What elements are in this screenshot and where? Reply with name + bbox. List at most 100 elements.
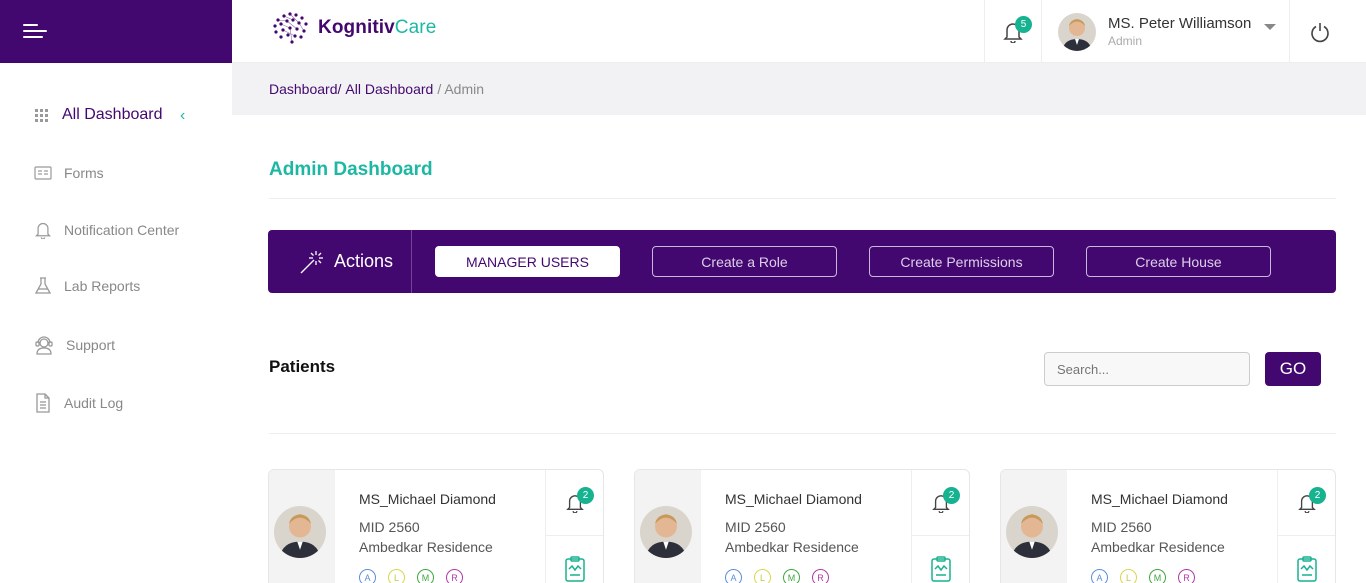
tag-r[interactable]: R — [1178, 569, 1195, 583]
flask-icon — [34, 277, 52, 294]
create-permissions-button[interactable]: Create Permissions — [869, 246, 1054, 277]
patient-name: MS_Michael Diamond — [725, 491, 862, 507]
tag-r[interactable]: R — [812, 569, 829, 583]
go-button[interactable]: GO — [1265, 352, 1321, 386]
sidebar-item-all-dashboard[interactable]: All Dashboard — [34, 106, 163, 124]
manager-users-button[interactable]: MANAGER USERS — [435, 246, 620, 277]
tag-r[interactable]: R — [446, 569, 463, 583]
actions-bar: Actions MANAGER USERS Create a Role Crea… — [268, 230, 1336, 293]
sidebar-item-label: Audit Log — [64, 395, 124, 411]
breadcrumb: Dashboard/ All Dashboard / Admin — [232, 63, 1366, 115]
power-icon — [1310, 22, 1329, 42]
patient-tags: A L M R — [359, 569, 463, 583]
tag-m[interactable]: M — [1149, 569, 1166, 583]
logout-button[interactable] — [1289, 0, 1349, 63]
divider — [269, 198, 1336, 199]
sidebar-item-label: All Dashboard — [62, 106, 163, 123]
tag-m[interactable]: M — [417, 569, 434, 583]
caret-down-icon[interactable] — [1264, 24, 1276, 30]
menu-toggle-icon[interactable] — [23, 22, 49, 40]
grid-icon — [35, 109, 48, 122]
card-notification-button[interactable]: 2 — [912, 470, 969, 536]
card-notification-button[interactable]: 2 — [546, 470, 603, 536]
patients-heading: Patients — [269, 357, 336, 376]
patient-mid: MID 2560 — [725, 519, 786, 535]
card-actions: 2 — [545, 470, 603, 583]
card-report-button[interactable] — [546, 536, 603, 583]
breadcrumb-dashboard-link[interactable]: Dashboard/ — [269, 81, 341, 97]
patient-card[interactable]: MS_Michael Diamond MID 2560 Ambedkar Res… — [1000, 469, 1336, 583]
create-role-button[interactable]: Create a Role — [652, 246, 837, 277]
patient-photo-panel — [635, 470, 701, 583]
user-name: MS. Peter Williamson — [1108, 15, 1252, 32]
breadcrumb-current: / Admin — [437, 81, 485, 97]
patient-tags: A L M R — [725, 569, 829, 583]
avatar — [1006, 506, 1058, 558]
sidebar-item-notification-center[interactable]: Notification Center — [34, 221, 179, 239]
patient-card[interactable]: MS_Michael Diamond MID 2560 Ambedkar Res… — [634, 469, 970, 583]
clipboard-icon — [1296, 556, 1317, 582]
user-role: Admin — [1108, 34, 1143, 48]
card-badge: 2 — [943, 487, 960, 504]
top-header: KognitivCare 5 MS. Peter Williamson Admi… — [232, 0, 1366, 63]
tag-l[interactable]: L — [1120, 569, 1137, 583]
brand-bar — [0, 0, 232, 63]
patient-residence: Ambedkar Residence — [725, 539, 859, 555]
patient-residence: Ambedkar Residence — [1091, 539, 1225, 555]
card-notification-button[interactable]: 2 — [1278, 470, 1335, 536]
patient-mid: MID 2560 — [359, 519, 420, 535]
logo[interactable]: KognitivCare — [270, 10, 436, 46]
breadcrumb-all-dashboard-link[interactable]: All Dashboard — [345, 81, 433, 97]
card-badge: 2 — [577, 487, 594, 504]
divider — [269, 433, 1336, 434]
patient-photo-panel — [269, 470, 335, 583]
logo-text: KognitivCare — [318, 17, 437, 38]
create-house-button[interactable]: Create House — [1086, 246, 1271, 277]
chevron-left-icon[interactable]: ‹ — [180, 107, 185, 125]
sidebar-item-label: Notification Center — [64, 222, 180, 238]
brain-logo-icon — [273, 12, 308, 44]
page-title: Admin Dashboard — [269, 159, 433, 180]
tag-m[interactable]: M — [783, 569, 800, 583]
patient-residence: Ambedkar Residence — [359, 539, 493, 555]
card-actions: 2 — [1277, 470, 1335, 583]
bell-icon — [34, 222, 52, 239]
avatar — [640, 506, 692, 558]
patient-name: MS_Michael Diamond — [359, 491, 496, 507]
search-input[interactable] — [1044, 352, 1250, 386]
sidebar-item-label: Support — [66, 337, 116, 353]
clipboard-icon — [930, 556, 951, 582]
card-report-button[interactable] — [912, 536, 969, 583]
magic-wand-icon — [300, 250, 323, 273]
header-notification-button[interactable]: 5 — [984, 0, 1042, 63]
sidebar-item-lab-reports[interactable]: Lab Reports — [34, 276, 140, 296]
form-icon — [34, 166, 52, 180]
patient-photo-panel — [1001, 470, 1067, 583]
actions-title: Actions — [334, 251, 394, 271]
user-menu[interactable]: MS. Peter Williamson Admin — [1058, 0, 1288, 63]
patient-name: MS_Michael Diamond — [1091, 491, 1228, 507]
sidebar-item-support[interactable]: Support — [34, 335, 115, 355]
sidebar: All Dashboard ‹ Forms Notification Cente… — [0, 63, 232, 583]
divider — [411, 230, 412, 293]
card-report-button[interactable] — [1278, 536, 1335, 583]
actions-label: Actions — [298, 230, 393, 293]
sidebar-item-forms[interactable]: Forms — [34, 165, 104, 181]
support-icon — [35, 336, 53, 355]
sidebar-item-audit-log[interactable]: Audit Log — [34, 393, 123, 413]
tag-l[interactable]: L — [754, 569, 771, 583]
tag-a[interactable]: A — [359, 569, 376, 583]
tag-a[interactable]: A — [725, 569, 742, 583]
avatar — [274, 506, 326, 558]
tag-a[interactable]: A — [1091, 569, 1108, 583]
clipboard-icon — [564, 556, 585, 582]
patient-card[interactable]: MS_Michael Diamond MID 2560 Ambedkar Res… — [268, 469, 604, 583]
main-content: Admin Dashboard Actions MANAGER USERS Cr… — [232, 115, 1366, 583]
document-icon — [36, 393, 50, 413]
card-actions: 2 — [911, 470, 969, 583]
sidebar-item-label: Lab Reports — [64, 278, 141, 294]
patient-mid: MID 2560 — [1091, 519, 1152, 535]
sidebar-item-label: Forms — [64, 165, 104, 181]
avatar — [1058, 12, 1096, 51]
tag-l[interactable]: L — [388, 569, 405, 583]
